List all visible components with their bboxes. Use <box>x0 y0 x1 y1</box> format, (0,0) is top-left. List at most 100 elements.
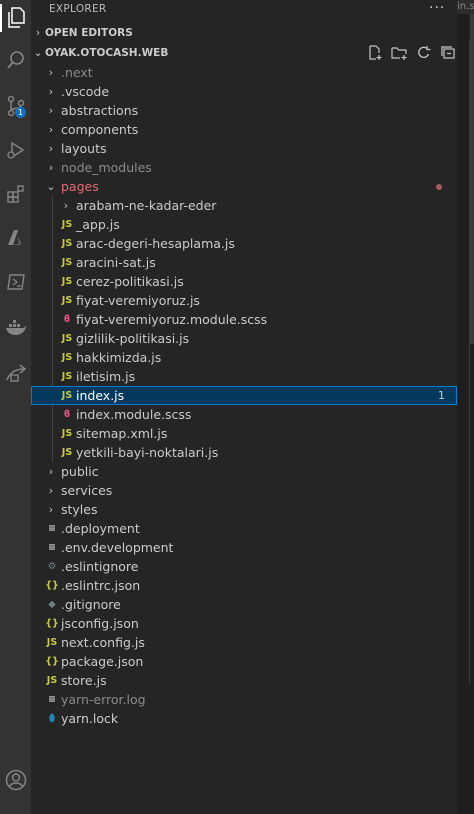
project-label: OYAK.OTOCASH.WEB <box>45 47 169 59</box>
file-row[interactable]: JS store.js <box>31 671 457 690</box>
explorer-actions <box>367 45 456 61</box>
run-debug-icon[interactable] <box>0 134 31 166</box>
new-file-icon[interactable] <box>367 45 383 61</box>
folder-row[interactable]: › layouts <box>31 139 457 158</box>
item-label: .eslintrc.json <box>61 578 141 593</box>
file-row[interactable]: JS index.js 1 <box>31 386 457 405</box>
chevron-right-icon: › <box>48 85 54 98</box>
folder-row[interactable]: ⌄ pages <box>31 177 457 196</box>
item-label: .gitignore <box>61 597 121 612</box>
collapse-all-icon[interactable] <box>440 45 456 61</box>
item-label: styles <box>61 502 98 517</box>
js-file-icon: JS <box>61 238 73 249</box>
file-row[interactable]: ≡ yarn-error.log <box>31 690 457 709</box>
item-label: jsconfig.json <box>61 616 139 631</box>
file-row[interactable]: JS next.config.js <box>31 633 457 652</box>
js-file-icon: JS <box>61 371 73 382</box>
item-label: iletisim.js <box>76 369 136 384</box>
file-row[interactable]: ≡ .env.development <box>31 538 457 557</box>
editor-tab[interactable]: in.s <box>457 0 474 14</box>
item-label: abstractions <box>61 103 139 118</box>
folder-row[interactable]: › arabam-ne-kadar-eder <box>31 196 457 215</box>
file-row[interactable]: JS arac-degeri-hesaplama.js <box>31 234 457 253</box>
folder-row[interactable]: › components <box>31 120 457 139</box>
new-folder-icon[interactable] <box>391 45 408 61</box>
activity-bar: 1 <box>0 0 31 814</box>
file-row[interactable]: ◆ .gitignore <box>31 595 457 614</box>
folder-row[interactable]: › .vscode <box>31 82 457 101</box>
folder-row[interactable]: › styles <box>31 500 457 519</box>
js-file-icon: JS <box>61 295 73 306</box>
source-control-icon[interactable]: 1 <box>0 90 31 122</box>
more-actions-icon[interactable]: ··· <box>429 0 445 16</box>
file-row[interactable]: JS yetkili-bayi-noktalari.js <box>31 443 457 462</box>
file-row[interactable]: JS gizlilik-politikasi.js <box>31 329 457 348</box>
folder-row[interactable]: › .next <box>31 63 457 82</box>
account-icon[interactable] <box>0 764 31 796</box>
file-row[interactable]: {} jsconfig.json <box>31 614 457 633</box>
file-row[interactable]: ≡ .deployment <box>31 519 457 538</box>
chevron-right-icon: › <box>48 484 54 497</box>
azure-icon[interactable] <box>0 222 31 254</box>
item-label: yarn.lock <box>61 711 119 726</box>
open-editors-section[interactable]: › OPEN EDITORS <box>31 24 133 42</box>
file-row[interactable]: JS iletisim.js <box>31 367 457 386</box>
js-file-icon: JS <box>61 333 73 344</box>
file-row[interactable]: ⬮ yarn.lock <box>31 709 457 728</box>
source-control-badge: 1 <box>15 107 26 118</box>
scss-file-icon: ϐ <box>63 409 71 420</box>
js-file-icon: JS <box>61 447 73 458</box>
item-label: .vscode <box>61 84 110 99</box>
project-section[interactable]: ⌄ OYAK.OTOCASH.WEB <box>31 44 169 62</box>
item-label: aracini-sat.js <box>76 255 156 270</box>
folder-row[interactable]: › node_modules <box>31 158 457 177</box>
refresh-icon[interactable] <box>416 45 432 61</box>
file-row[interactable]: {} package.json <box>31 652 457 671</box>
extensions-icon[interactable] <box>0 178 31 210</box>
file-row[interactable]: JS cerez-politikasi.js <box>31 272 457 291</box>
json-file-icon: {} <box>45 580 59 591</box>
item-label: hakkimizda.js <box>76 350 162 365</box>
file-row[interactable]: ϐ index.module.scss <box>31 405 457 424</box>
search-icon[interactable] <box>0 44 31 76</box>
item-label: package.json <box>61 654 144 669</box>
chevron-right-icon: › <box>48 161 54 174</box>
js-file-icon: JS <box>61 390 73 401</box>
chevron-right-icon: › <box>48 142 54 155</box>
folder-row[interactable]: › abstractions <box>31 101 457 120</box>
item-label: gizlilik-politikasi.js <box>76 331 190 346</box>
text-file-icon: ≡ <box>48 523 56 534</box>
chevron-down-icon: ⌄ <box>33 47 43 59</box>
item-label: pages <box>61 179 99 194</box>
item-label: components <box>61 122 139 137</box>
file-row[interactable]: ⚙ .eslintignore <box>31 557 457 576</box>
item-label: layouts <box>61 141 107 156</box>
chevron-right-icon: › <box>48 66 54 79</box>
file-row[interactable]: JS sitemap.xml.js <box>31 424 457 443</box>
editor-scrollbar[interactable] <box>470 14 474 344</box>
chevron-right-icon: › <box>48 503 54 516</box>
chevron-right-icon: › <box>35 27 41 39</box>
chevron-right-icon: › <box>48 465 54 478</box>
docker-icon[interactable] <box>0 312 31 344</box>
chevron-down-icon: ⌄ <box>46 180 56 193</box>
item-label: sitemap.xml.js <box>76 426 168 441</box>
file-row[interactable]: ϐ fiyat-veremiyoruz.module.scss <box>31 310 457 329</box>
open-editors-label: OPEN EDITORS <box>45 27 133 39</box>
file-row[interactable]: JS aracini-sat.js <box>31 253 457 272</box>
files-icon[interactable] <box>0 2 31 34</box>
file-row[interactable]: JS _app.js <box>31 215 457 234</box>
file-row[interactable]: JS hakkimizda.js <box>31 348 457 367</box>
folder-row[interactable]: › services <box>31 481 457 500</box>
item-label: .next <box>61 65 93 80</box>
git-icon: ◆ <box>48 599 56 610</box>
remote-icon[interactable] <box>0 358 31 390</box>
item-label: store.js <box>61 673 107 688</box>
folder-row[interactable]: › public <box>31 462 457 481</box>
terminal-icon[interactable] <box>0 266 31 298</box>
file-row[interactable]: {} .eslintrc.json <box>31 576 457 595</box>
chevron-right-icon: › <box>63 199 69 212</box>
text-file-icon: ≡ <box>48 542 56 553</box>
js-file-icon: JS <box>61 219 73 230</box>
file-row[interactable]: JS fiyat-veremiyoruz.js <box>31 291 457 310</box>
